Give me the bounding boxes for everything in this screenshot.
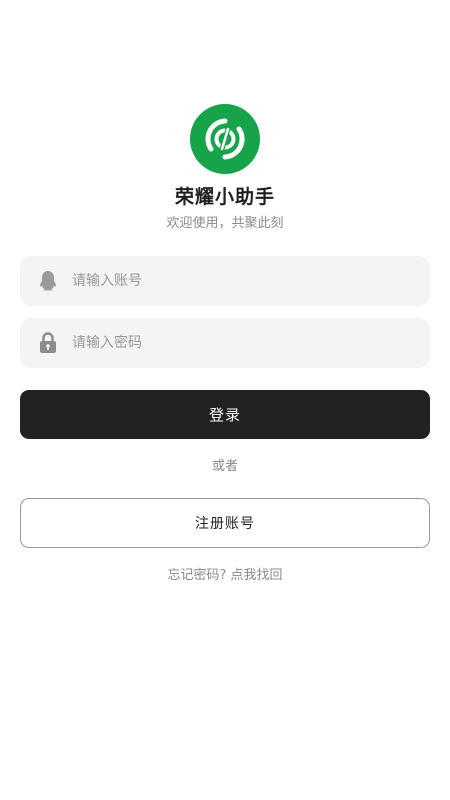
app-logo xyxy=(190,104,260,174)
password-input[interactable] xyxy=(70,334,394,352)
user-silhouette-icon xyxy=(38,269,58,293)
sync-logo-icon xyxy=(205,118,245,160)
app-subtitle: 欢迎使用，共聚此刻 xyxy=(166,216,284,231)
password-field[interactable] xyxy=(20,318,430,368)
login-button[interactable]: 登录 xyxy=(20,390,430,439)
lock-icon xyxy=(38,331,58,355)
app-title: 荣耀小助手 xyxy=(174,186,275,208)
or-divider-text: 或者 xyxy=(211,459,238,474)
account-field[interactable] xyxy=(20,256,430,306)
account-input[interactable] xyxy=(70,272,394,290)
register-button[interactable]: 注册账号 xyxy=(20,498,430,548)
forgot-password-link[interactable]: 忘记密码? 点我找回 xyxy=(0,564,450,583)
